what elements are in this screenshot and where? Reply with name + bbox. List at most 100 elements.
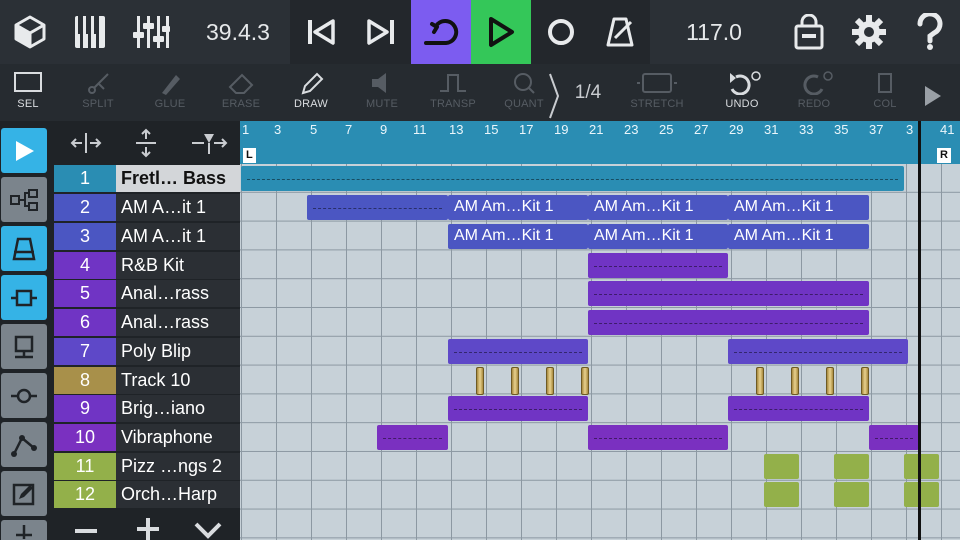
track-row[interactable]: 2 AM A…it 1 — [54, 194, 240, 221]
sidebar-automation-icon[interactable] — [1, 422, 47, 467]
clip[interactable] — [728, 396, 869, 421]
track-row[interactable]: 3 AM A…it 1 — [54, 223, 240, 250]
sidebar-play-icon[interactable] — [1, 128, 47, 173]
sidebar-monitor-icon[interactable] — [1, 324, 47, 369]
tempo-display[interactable]: 117.0 — [666, 0, 762, 64]
toolbar-scroll-icon[interactable] — [912, 64, 952, 121]
clip[interactable] — [834, 454, 869, 479]
redo-button[interactable]: REDO — [779, 64, 849, 121]
clip[interactable]: AM Am…Kit 1 — [728, 224, 869, 249]
audio-event[interactable] — [826, 367, 834, 395]
sidebar-routing-icon[interactable] — [1, 177, 47, 222]
track-row[interactable]: 10 Vibraphone — [54, 424, 240, 451]
audio-event[interactable] — [546, 367, 554, 395]
quant-value[interactable]: 1/4 — [563, 64, 613, 121]
sel-tool[interactable]: SEL — [0, 64, 63, 121]
sidebar-edit-icon[interactable] — [1, 471, 47, 516]
clip[interactable] — [764, 454, 799, 479]
clip[interactable] — [588, 281, 869, 306]
sidebar-metronome-icon[interactable] — [1, 226, 47, 271]
loop-left-marker[interactable]: L — [243, 148, 256, 163]
track-row[interactable]: 5 Anal…rass — [54, 280, 240, 307]
track-row[interactable]: 1 Fretl… Bass — [54, 165, 240, 192]
timeline-ruler[interactable]: 1 3 5 7 9 11 13 15 17 19 21 23 25 27 29 … — [240, 121, 960, 164]
clip[interactable] — [588, 425, 728, 450]
clip[interactable] — [869, 425, 919, 450]
draw-tool[interactable]: DRAW — [276, 64, 346, 121]
clip[interactable] — [307, 195, 448, 220]
track-row[interactable]: 9 Brig…iano — [54, 395, 240, 422]
eraser-icon — [228, 73, 254, 94]
split-tool[interactable]: SPLIT — [63, 64, 133, 121]
audio-event[interactable] — [861, 367, 869, 395]
clip[interactable] — [904, 454, 939, 479]
skip-back-icon[interactable] — [296, 0, 346, 64]
track-row[interactable]: 7 Poly Blip — [54, 338, 240, 365]
loop-right-marker[interactable]: R — [937, 148, 951, 163]
undo-button[interactable]: UNDO — [707, 64, 777, 121]
clip[interactable] — [241, 166, 904, 191]
mute-tool[interactable]: MUTE — [347, 64, 417, 121]
audio-event[interactable] — [476, 367, 484, 395]
chevron-down-icon[interactable] — [192, 518, 224, 540]
shop-icon[interactable] — [786, 0, 832, 64]
help-icon[interactable] — [906, 0, 954, 64]
ruler-bar-label: 9 — [380, 122, 388, 137]
metronome-icon[interactable] — [594, 0, 646, 64]
clip[interactable] — [588, 310, 869, 335]
skip-forward-icon[interactable] — [356, 0, 406, 64]
clip[interactable]: AM Am…Kit 1 — [588, 195, 728, 220]
track-row[interactable]: 8 Track 10 — [54, 367, 240, 394]
cube-icon[interactable] — [6, 0, 54, 64]
playhead[interactable] — [918, 121, 921, 540]
expand-horizontal-icon[interactable] — [70, 131, 102, 160]
audio-event[interactable] — [511, 367, 519, 395]
play-icon[interactable] — [471, 0, 531, 64]
redo-label: REDO — [797, 98, 831, 110]
keyboard-icon[interactable] — [68, 0, 112, 64]
track-number: 12 — [54, 481, 116, 508]
track-row[interactable]: 6 Anal…rass — [54, 309, 240, 336]
track-row[interactable]: 12 Orch…Harp — [54, 481, 240, 508]
gear-icon[interactable] — [846, 0, 892, 64]
loop-icon[interactable] — [411, 0, 471, 64]
mixer-icon[interactable] — [128, 0, 174, 64]
clip[interactable] — [764, 482, 799, 507]
add-track-icon[interactable] — [134, 515, 162, 540]
record-icon[interactable] — [533, 0, 589, 64]
sidebar-more-icon[interactable] — [1, 520, 47, 540]
clip[interactable] — [904, 482, 939, 507]
ruler-bar-label: 19 — [554, 122, 569, 137]
arrangement-grid[interactable]: AM Am…Kit 1 AM Am…Kit 1 AM Am…Kit 1 AM A… — [240, 164, 960, 540]
clip[interactable] — [588, 253, 728, 278]
erase-tool[interactable]: ERASE — [206, 64, 276, 121]
stretch-tool[interactable]: STRETCH — [622, 64, 692, 121]
clip[interactable] — [728, 339, 908, 364]
clip[interactable]: AM Am…Kit 1 — [588, 224, 728, 249]
track-name: Anal…rass — [116, 280, 240, 307]
clip[interactable]: AM Am…Kit 1 — [728, 195, 869, 220]
remove-track-icon[interactable] — [72, 518, 100, 540]
track-pointer-icon[interactable] — [190, 130, 228, 161]
clip[interactable] — [377, 425, 448, 450]
clip[interactable]: AM Am…Kit 1 — [448, 195, 588, 220]
audio-event[interactable] — [581, 367, 589, 395]
glue-tool[interactable]: GLUE — [135, 64, 205, 121]
clip[interactable] — [448, 339, 588, 364]
track-row[interactable]: 11 Pizz …ngs 2 — [54, 453, 240, 480]
col-tool[interactable]: COL — [860, 64, 910, 121]
audio-event[interactable] — [756, 367, 764, 395]
clip[interactable]: AM Am…Kit 1 — [448, 224, 588, 249]
track-row[interactable]: 4 R&B Kit — [54, 252, 240, 279]
clip[interactable] — [834, 482, 869, 507]
expand-vertical-icon[interactable] — [134, 128, 158, 163]
position-display[interactable]: 39.4.3 — [190, 0, 286, 64]
transp-tool[interactable]: TRANSP — [418, 64, 488, 121]
sidebar-fx-icon[interactable] — [1, 275, 47, 320]
sidebar-insert-icon[interactable] — [1, 373, 47, 418]
clip[interactable] — [448, 396, 588, 421]
audio-event[interactable] — [791, 367, 799, 395]
quant-chevron-icon[interactable] — [546, 64, 562, 121]
track-number: 9 — [54, 395, 116, 422]
ruler-bar-label: 11 — [413, 122, 427, 137]
